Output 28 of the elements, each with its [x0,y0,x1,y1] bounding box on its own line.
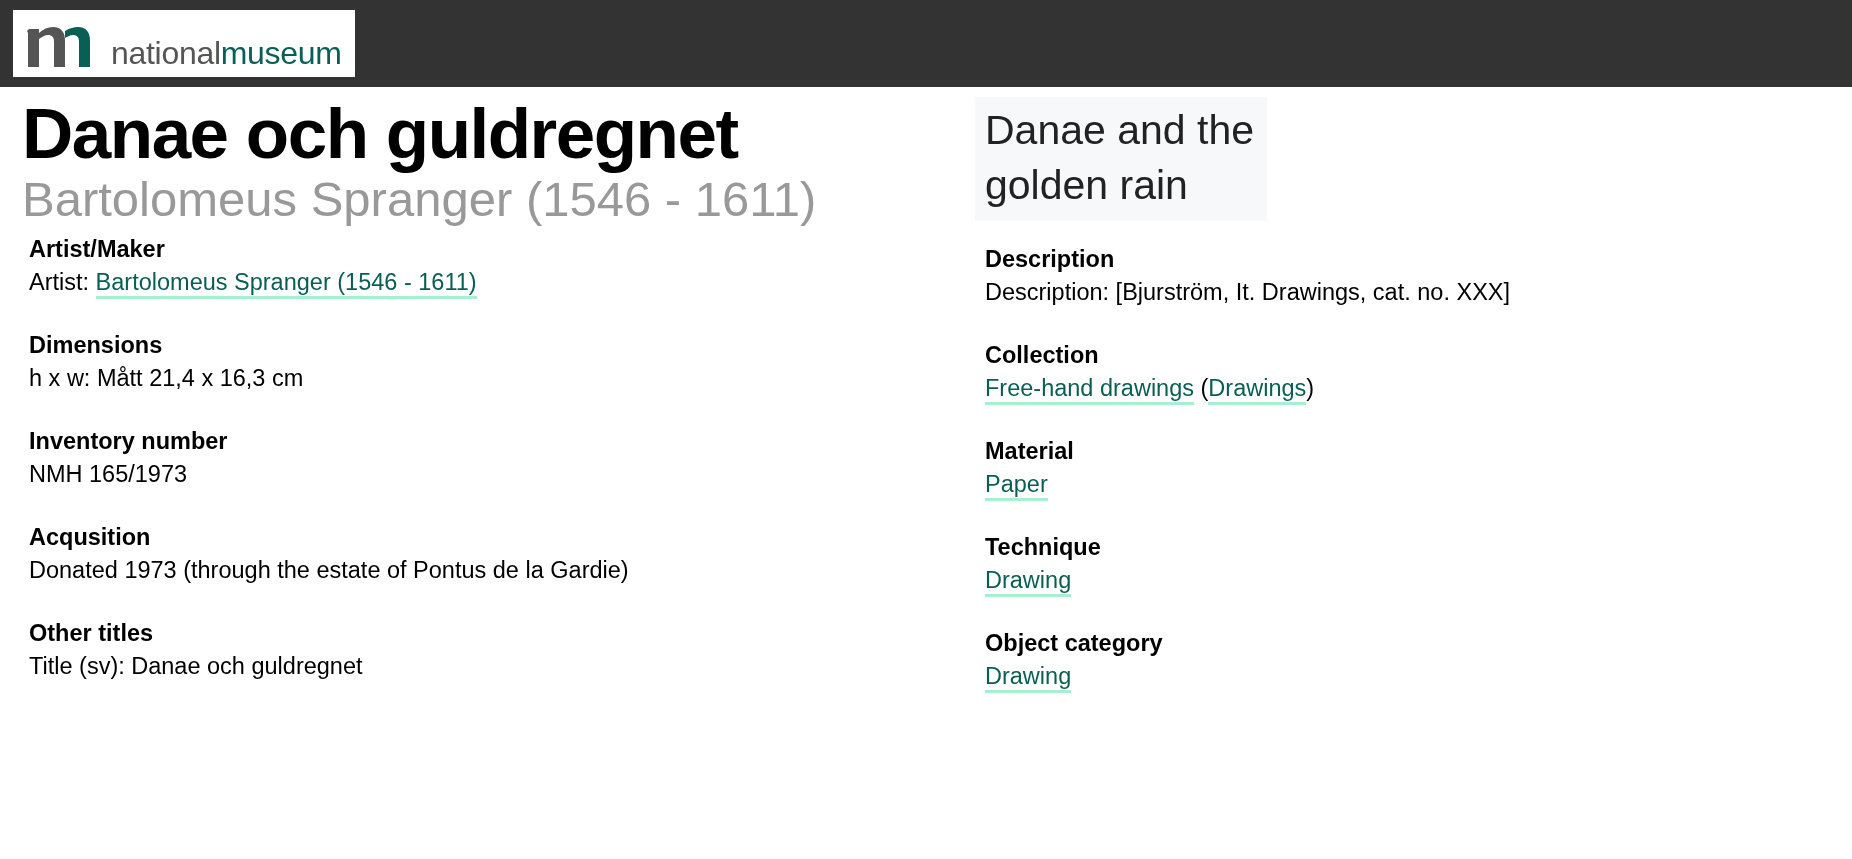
field-link[interactable]: Drawing [985,663,1072,693]
field-link[interactable]: Bartolomeus Spranger (1546 - 1611) [95,269,477,299]
field-label: Description [985,245,1115,274]
artist-subtitle: Bartolomeus Spranger (1546 - 1611) [22,173,817,225]
field-label: Acqusition [29,523,151,552]
field-label: Object category [985,629,1163,658]
field-value: Donated 1973 (through the estate of Pontus de la Gardie) [29,556,629,585]
field-link[interactable]: Free-hand drawings [985,375,1194,405]
field-label: Material [985,437,1074,466]
english-title: Danae and the golden rain [975,97,1267,221]
field-label: Dimensions [29,331,163,360]
artwork-title: Danae och guldregnet [22,95,738,173]
field-link[interactable]: Paper [985,471,1048,501]
field-label: Other titles [29,619,154,648]
field-label: Technique [985,533,1101,562]
field-value: Title (sv): Danae och guldregnet [29,652,363,681]
field-link[interactable]: Drawing [985,567,1072,597]
field-label: Artist/Maker [29,235,165,264]
field-value: Free-hand drawings (Drawings) [985,372,1315,405]
logo-text: nationalmuseum [111,37,342,69]
field-value: Artist: Bartolomeus Spranger (1546 - 1611) [29,266,477,299]
field-label: Inventory number [29,427,228,456]
field-value: NMH 165/1973 [29,460,188,489]
field-value: Description: [Bjurström, It. Drawings, cat. no. XXX] [985,278,1510,307]
field-label: Collection [985,341,1099,370]
field-link[interactable]: Drawings [1208,375,1307,405]
field-value: h x w: Mått 21,4 x 16,3 cm [29,364,304,393]
museum-logo[interactable]: nationalmuseum [13,10,355,77]
